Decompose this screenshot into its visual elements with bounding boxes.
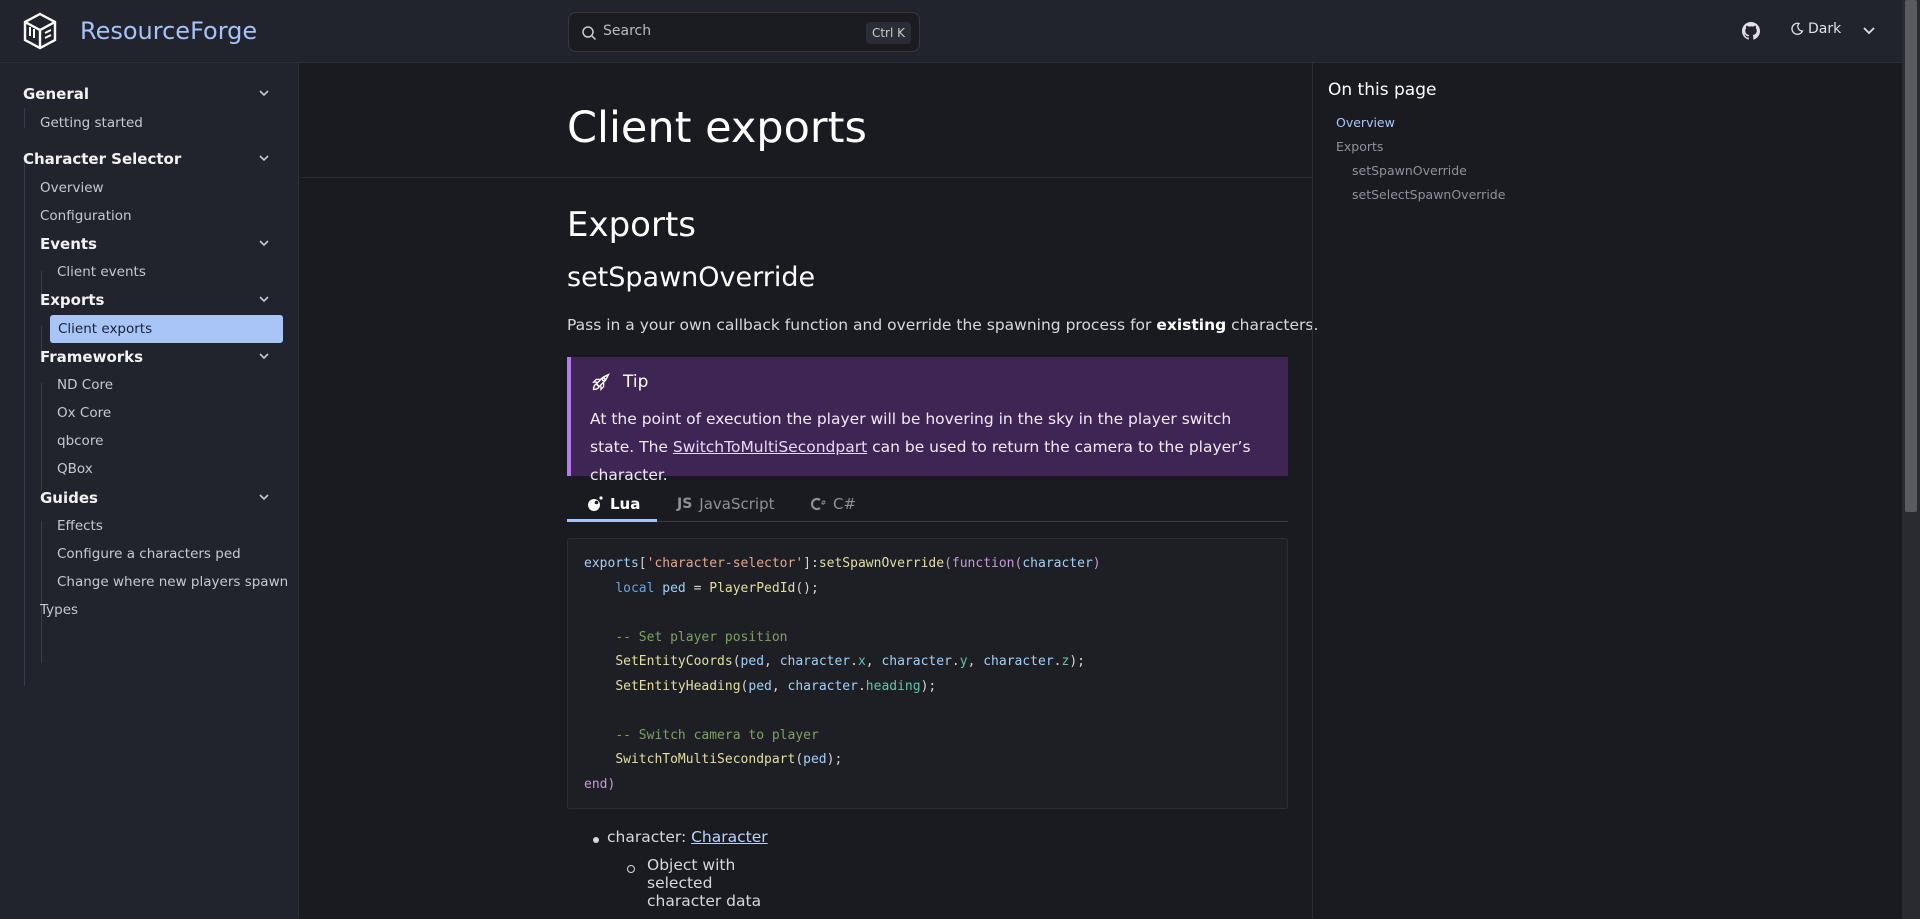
description-bold: existing (1156, 316, 1227, 334)
tab-label: C# (833, 495, 857, 513)
logo-icon[interactable] (22, 12, 58, 50)
page-title: Client exports (567, 103, 867, 153)
sidebar-item-change-spawn[interactable]: Change where new players spawn (57, 574, 288, 590)
theme-label: Dark (1808, 21, 1842, 37)
tree-line (41, 521, 42, 663)
tab-lua[interactable]: Lua (587, 495, 640, 513)
list-item: Object with selected character data (607, 856, 768, 910)
section-heading-exports: Exports (567, 205, 697, 245)
param-description: Object with selected character data (647, 856, 762, 910)
chevron-down-icon[interactable] (257, 89, 271, 99)
brand-name[interactable]: ResourceForge (80, 17, 257, 45)
chevron-down-icon[interactable] (1862, 26, 1876, 36)
sidebar-group-exports[interactable]: Exports (40, 291, 104, 309)
tip-title: Tip (623, 372, 649, 392)
search-shortcut-badge: Ctrl K (865, 22, 911, 44)
sidebar-item-effects[interactable]: Effects (57, 518, 103, 534)
chevron-down-icon[interactable] (257, 154, 271, 164)
chevron-down-icon[interactable] (257, 295, 271, 305)
chevron-down-icon[interactable] (257, 352, 271, 362)
tab-label: JavaScript (699, 495, 775, 513)
description-part: Pass in a your own callback function and… (567, 316, 1157, 334)
title-divider (300, 177, 1312, 178)
tab-javascript[interactable]: JS JavaScript (677, 495, 775, 513)
character-type-link[interactable]: Character (691, 828, 768, 846)
param-name: character: (607, 828, 692, 846)
sidebar-item-client-exports[interactable]: Client exports (50, 315, 283, 343)
tree-line (24, 108, 25, 128)
toc-item-setspawnoverride[interactable]: setSpawnOverride (1352, 163, 1467, 178)
sidebar-group-guides[interactable]: Guides (40, 489, 98, 507)
sidebar-item-qbox[interactable]: QBox (57, 461, 93, 477)
sidebar-item-getting-started[interactable]: Getting started (40, 115, 143, 131)
code-line-4: -- Set player position (615, 629, 788, 645)
sidebar-item-qbcore[interactable]: qbcore (57, 433, 103, 449)
sidebar-item-ox-core[interactable]: Ox Core (57, 405, 111, 421)
description-part: characters. (1226, 316, 1319, 334)
tip-link[interactable]: SwitchToMultiSecondpart (673, 438, 867, 456)
sidebar-item-types[interactable]: Types (40, 602, 78, 618)
bullet-disc (593, 837, 599, 843)
github-icon[interactable] (1742, 22, 1760, 40)
moon-icon (1791, 22, 1804, 35)
theme-toggle[interactable]: Dark (1790, 21, 1841, 37)
code-line-5: SetEntityCoords(ped, character.x, charac… (615, 654, 1085, 669)
chevron-down-icon[interactable] (257, 493, 271, 503)
lua-icon (588, 496, 603, 511)
js-icon: JS (677, 496, 693, 512)
code-line-6: SetEntityHeading(ped, character.heading)… (615, 678, 937, 694)
sidebar-group-frameworks[interactable]: Frameworks (40, 348, 143, 366)
code-line-10: end) (584, 776, 616, 792)
toc-item-setselectspawnoverride[interactable]: setSelectSpawnOverride (1352, 187, 1505, 202)
tab-label: Lua (610, 495, 641, 513)
code-line-9: SwitchToMultiSecondpart(ped); (615, 752, 843, 767)
search-icon (582, 26, 597, 41)
sidebar-section-character-selector[interactable]: Character Selector (23, 150, 181, 168)
scrollbar-thumb[interactable] (1905, 0, 1917, 512)
description-text: Pass in a your own callback function and… (567, 316, 1318, 334)
chevron-down-icon[interactable] (257, 239, 271, 249)
sidebar-group-events[interactable]: Events (40, 235, 97, 253)
toc-item-exports[interactable]: Exports (1336, 139, 1383, 154)
param-list: character: Character Object with selecte… (593, 828, 768, 910)
tree-line (24, 161, 25, 686)
toc-title: On this page (1328, 80, 1437, 100)
code-line-8: -- Switch camera to player (615, 727, 819, 743)
bullet-circle (627, 865, 635, 873)
tree-line (41, 383, 42, 491)
svg-text:#: # (821, 499, 827, 507)
toc-item-overview[interactable]: Overview (1336, 115, 1395, 130)
tip-text: At the point of execution the player wil… (590, 405, 1280, 489)
list-item: character: Character (593, 828, 768, 856)
page-scrollbar[interactable] (1902, 0, 1920, 919)
csharp-icon: # (810, 497, 827, 511)
tab-csharp[interactable]: # C# (810, 495, 856, 513)
rocket-icon (592, 373, 610, 391)
top-header: ResourceForge Search Ctrl K Dark (0, 0, 1902, 63)
sidebar: General Getting started Character Select… (0, 63, 299, 919)
sidebar-item-client-events[interactable]: Client events (57, 264, 146, 280)
toc-divider (1312, 63, 1313, 919)
code-line-1: exports['character-selector']:setSpawnOv… (584, 556, 1101, 571)
code-language-tabs: Lua JS JavaScript # C# (567, 493, 1288, 522)
search-placeholder: Search (603, 23, 652, 39)
search-input[interactable]: Search Ctrl K (568, 12, 920, 52)
code-block[interactable]: exports['character-selector']:setSpawnOv… (567, 538, 1288, 809)
sidebar-section-general[interactable]: General (23, 85, 89, 103)
active-tab-indicator (567, 519, 657, 522)
subsection-heading: setSpawnOverride (567, 262, 816, 293)
tip-callout: Tip At the point of execution the player… (567, 357, 1288, 484)
sidebar-item-configure-ped[interactable]: Configure a characters ped (57, 546, 241, 562)
sidebar-item-configuration[interactable]: Configuration (40, 208, 132, 224)
sidebar-item-overview[interactable]: Overview (40, 180, 104, 196)
sidebar-item-nd-core[interactable]: ND Core (57, 377, 113, 393)
code-line-2: local ped = PlayerPedId(); (615, 580, 819, 596)
